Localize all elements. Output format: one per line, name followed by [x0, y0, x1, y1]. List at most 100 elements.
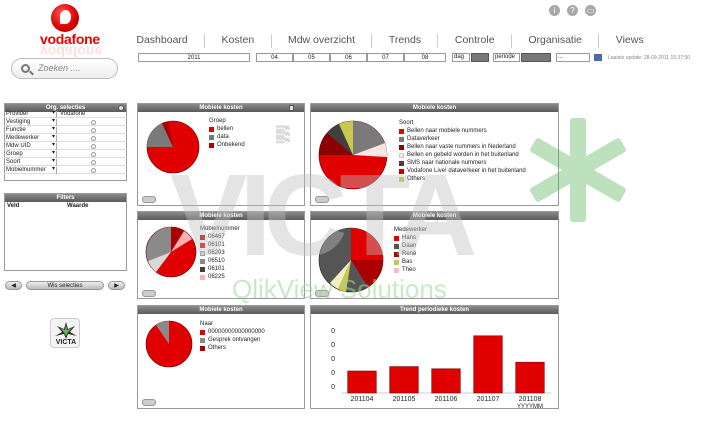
legend-title: Naar — [200, 321, 214, 327]
y-tick-label: 0 — [331, 328, 335, 335]
help-icon[interactable]: ? — [567, 5, 578, 16]
search-icon — [21, 64, 30, 73]
vodafone-logo-icon — [51, 4, 79, 32]
bar-201105[interactable] — [389, 366, 419, 394]
trend-bar-chart: 0 0 0 0 0 201104 201105 201106 201107 201108YYYYM… — [331, 328, 551, 408]
granularity-select[interactable]: dag — [452, 53, 470, 62]
forward-button[interactable]: ▶ — [108, 281, 125, 290]
legend-item: data — [217, 134, 229, 140]
sel-row-soort[interactable]: Soort — [4, 158, 127, 166]
menu-dashboard[interactable]: Dashboard — [120, 34, 206, 48]
last-update: Laatste update: 28-09-2011 15:37:50 — [608, 55, 690, 61]
panel-trend-periodieke-kosten: Trend periodieke kosten 0 0 0 0 0 201104 20110… — [310, 305, 559, 409]
filters-col-field: Veld — [7, 203, 20, 209]
legend-swatch — [209, 127, 214, 132]
obscured-values: ▒▒% ▒▒% ▒▒% — [276, 126, 290, 144]
legend-item: Gesprek ontvangen — [208, 337, 261, 343]
legend-swatch — [200, 346, 205, 351]
month-05[interactable]: 05 — [293, 53, 330, 62]
y-tick-label: 0 — [331, 342, 335, 349]
bar-201104[interactable] — [347, 370, 377, 394]
legend-swatch — [209, 135, 214, 140]
x-tick-label: 201104 — [351, 396, 374, 403]
watermark-qlikview: QlikView Solutions — [232, 274, 447, 304]
sel-row-medewerker[interactable]: Medewerker — [4, 134, 127, 142]
menu-trends[interactable]: Trends — [372, 34, 439, 48]
menu-controle[interactable]: Controle — [438, 34, 512, 48]
bar-201106[interactable] — [431, 368, 461, 394]
sel-row-functie[interactable]: Functie — [4, 126, 127, 134]
legend-swatch — [200, 330, 205, 335]
month-07[interactable]: 07 — [367, 53, 404, 62]
print-icon[interactable]: ▭ — [585, 5, 596, 16]
xl-icon[interactable] — [289, 105, 294, 111]
victa-logo: VICTA — [50, 318, 80, 348]
sel-row-mobielnummer[interactable]: Mobielnummer — [4, 166, 127, 174]
month-06[interactable]: 06 — [330, 53, 367, 62]
granularity-button[interactable] — [471, 53, 489, 62]
legend-item: Others — [208, 345, 227, 351]
org-selection-rows: ProviderVodafone Vestiging Functie Medew… — [4, 110, 127, 181]
legend-swatch — [399, 137, 404, 142]
menu-kosten[interactable]: Kosten — [205, 34, 272, 48]
legend-item: Dataverkeer — [407, 136, 440, 142]
radio-icon[interactable] — [91, 136, 96, 141]
panel-title: Trend periodieke kosten — [311, 306, 558, 314]
panel-options-icon[interactable] — [142, 290, 156, 297]
watermark-victa: VICTA — [170, 150, 477, 280]
month-04[interactable]: 04 — [256, 53, 293, 62]
month-08[interactable]: 08 — [404, 53, 446, 62]
year-listbox[interactable]: 2011 — [138, 53, 250, 62]
bar-201108[interactable] — [515, 361, 545, 394]
victa-logo-icon — [55, 322, 77, 339]
legend-item: 00000000000000000 — [208, 329, 265, 335]
legend-title: Soort — [399, 120, 414, 126]
menu-mdw-overzicht[interactable]: Mdw overzicht — [272, 34, 373, 48]
menu-views[interactable]: Views — [599, 34, 660, 48]
radio-icon[interactable] — [91, 152, 96, 157]
x-tick-label: 201105 — [393, 396, 416, 403]
victa-logo-text: VICTA — [55, 339, 77, 346]
sel-row-groep[interactable]: Groep — [4, 150, 127, 158]
bar-201107[interactable] — [473, 335, 503, 394]
period-select[interactable]: periode — [493, 53, 520, 62]
extra-select[interactable]: ... — [556, 53, 590, 62]
panel-mobiele-kosten-naar: Mobiele kosten Naar 00000000000000000 Ge… — [137, 305, 305, 409]
period-button[interactable] — [521, 53, 551, 62]
radio-icon[interactable] — [91, 120, 96, 125]
back-button[interactable]: ◀ — [5, 281, 22, 290]
filters-title: Filters — [5, 194, 126, 202]
legend-item: bellen — [217, 126, 234, 132]
y-tick-label: 0 — [331, 370, 335, 377]
panel-title: Mobiele kosten — [138, 306, 304, 314]
legend-title: Groep — [209, 118, 226, 124]
y-tick-label: 0 — [331, 384, 335, 391]
x-tick-label: 201108 — [519, 396, 542, 403]
panel-options-icon[interactable] — [142, 196, 156, 203]
legend-swatch — [399, 129, 404, 134]
menu-organisatie[interactable]: Organisatie — [512, 34, 600, 48]
sel-row-mdw-uid[interactable]: Mdw UID — [4, 142, 127, 150]
x-tick-label: 201106 — [435, 396, 458, 403]
main-menu: Dashboard Kosten Mdw overzicht Trends Co… — [120, 34, 660, 48]
legend-item: Bellen naar mobiele nummers — [407, 128, 487, 134]
search-placeholder: Zoeken .... — [38, 63, 81, 73]
legend-swatch — [200, 338, 205, 343]
panel-options-icon[interactable] — [142, 399, 156, 406]
clear-selections-button[interactable]: Wis selecties — [26, 281, 104, 290]
sel-row-vestiging[interactable]: Vestiging — [4, 118, 127, 126]
radio-icon[interactable] — [91, 160, 96, 165]
sel-row-provider[interactable]: ProviderVodafone — [4, 110, 127, 118]
calendar-icon[interactable] — [594, 54, 602, 61]
search-input[interactable]: Zoeken .... — [11, 58, 118, 79]
radio-icon[interactable] — [91, 168, 96, 173]
watermark-asterisk-icon — [530, 118, 626, 222]
y-tick-label: 0 — [331, 356, 335, 363]
filters-col-value: Waarde — [67, 203, 89, 209]
info-icon[interactable]: i — [549, 5, 560, 16]
pie-naar — [145, 320, 193, 368]
x-tick-label: 201107 — [477, 396, 500, 403]
panel-title: Mobiele kosten — [138, 104, 304, 112]
radio-icon[interactable] — [91, 128, 96, 133]
radio-icon[interactable] — [91, 144, 96, 149]
